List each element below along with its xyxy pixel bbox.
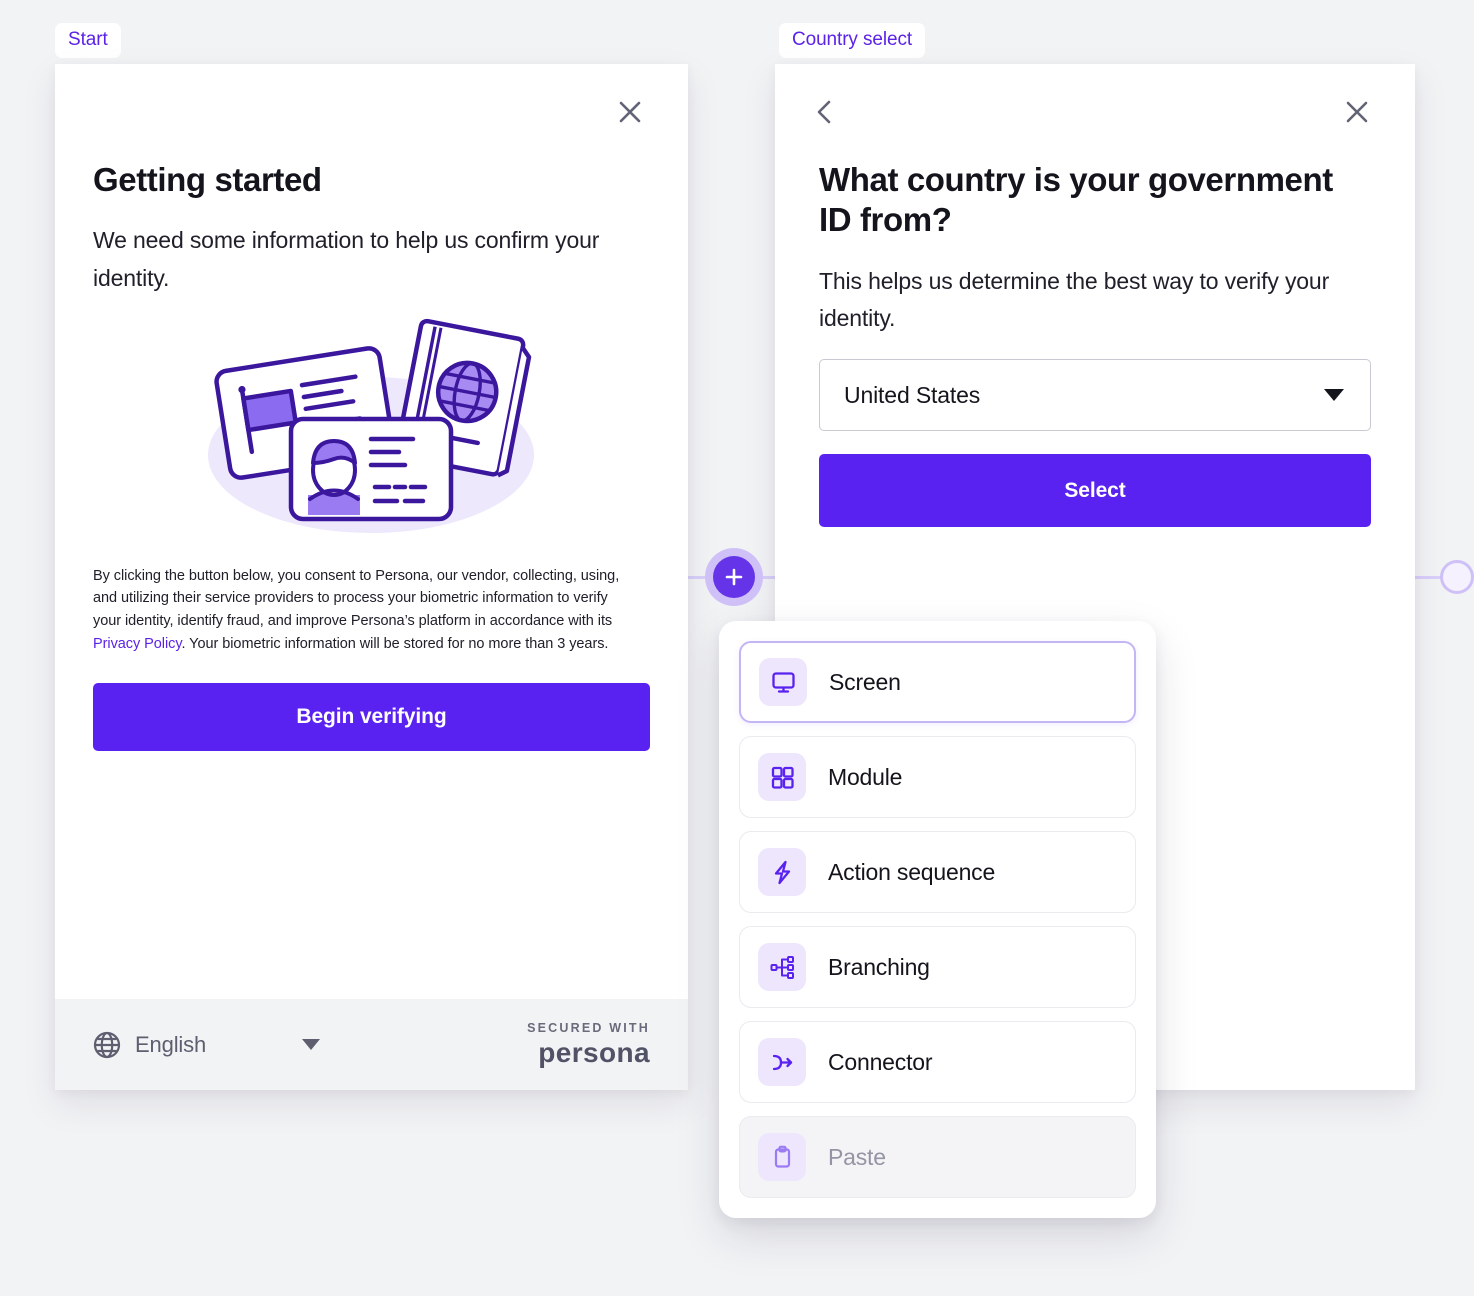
- menu-item-branching[interactable]: Branching: [739, 926, 1136, 1008]
- close-icon[interactable]: [608, 90, 652, 134]
- legal-part1: By clicking the button below, you consen…: [93, 567, 620, 629]
- back-icon[interactable]: [803, 90, 847, 134]
- start-card-footer: English SECURED WITH persona: [55, 999, 688, 1090]
- chevron-down-icon: [1324, 389, 1344, 401]
- lightning-icon: [758, 848, 806, 896]
- brand-tagline: SECURED WITH: [527, 1020, 650, 1035]
- start-card-header: [55, 64, 688, 160]
- country-card-header: [775, 64, 1415, 160]
- start-card: Getting started We need some information…: [55, 64, 688, 1090]
- step-tab-start[interactable]: Start: [55, 23, 121, 58]
- menu-item-label: Paste: [828, 1143, 886, 1170]
- close-icon[interactable]: [1335, 90, 1379, 134]
- country-select-value: United States: [844, 381, 981, 408]
- country-card-body: What country is your government ID from?…: [775, 160, 1415, 527]
- page-subtitle: We need some information to help us conf…: [93, 227, 600, 291]
- menu-item-label: Screen: [829, 668, 901, 695]
- menu-item-paste: Paste: [739, 1116, 1136, 1198]
- clipboard-icon: [758, 1133, 806, 1181]
- menu-item-label: Connector: [828, 1048, 933, 1075]
- start-card-body: Getting started We need some information…: [55, 160, 688, 752]
- begin-verifying-button[interactable]: Begin verifying: [93, 683, 650, 752]
- legal-consent-text: By clicking the button below, you consen…: [93, 565, 628, 655]
- persona-brand: SECURED WITH persona: [527, 1022, 650, 1068]
- privacy-policy-link[interactable]: Privacy Policy: [93, 636, 182, 652]
- country-select-dropdown[interactable]: United States: [819, 359, 1371, 431]
- add-node-menu: Screen Module Action sequence Branching …: [719, 621, 1156, 1218]
- chevron-down-icon: [302, 1039, 321, 1050]
- select-button[interactable]: Select: [819, 454, 1371, 527]
- menu-item-module[interactable]: Module: [739, 736, 1136, 818]
- plus-icon: [713, 556, 755, 598]
- id-documents-illustration: [208, 318, 534, 533]
- add-node-button[interactable]: [705, 548, 763, 606]
- flow-canvas: Start Getting started We need some infor…: [0, 0, 1474, 1296]
- language-selector[interactable]: English: [93, 1031, 321, 1059]
- brand-name: persona: [538, 1037, 650, 1069]
- flow-end-node[interactable]: [1440, 560, 1474, 594]
- branching-icon: [758, 943, 806, 991]
- language-label: English: [135, 1031, 207, 1057]
- globe-icon: [93, 1031, 121, 1058]
- menu-item-label: Branching: [828, 953, 930, 980]
- grid-icon: [758, 753, 806, 801]
- legal-part2: . Your biometric information will be sto…: [181, 635, 609, 652]
- page-title: What country is your government ID from?: [819, 161, 1333, 239]
- page-title: Getting started: [93, 161, 322, 198]
- menu-item-screen[interactable]: Screen: [739, 641, 1136, 723]
- connector-icon: [758, 1038, 806, 1086]
- monitor-icon: [759, 658, 807, 706]
- menu-item-action-sequence[interactable]: Action sequence: [739, 831, 1136, 913]
- step-tab-country-select[interactable]: Country select: [779, 23, 926, 58]
- menu-item-label: Module: [828, 763, 903, 790]
- menu-item-label: Action sequence: [828, 858, 996, 885]
- menu-item-connector[interactable]: Connector: [739, 1021, 1136, 1103]
- page-subtitle: This helps us determine the best way to …: [819, 267, 1330, 331]
